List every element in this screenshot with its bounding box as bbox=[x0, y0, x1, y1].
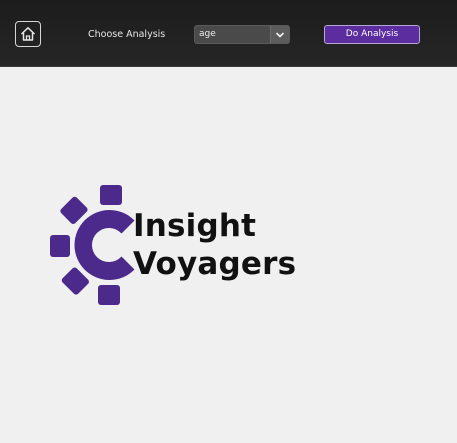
do-analysis-button[interactable]: Do Analysis bbox=[324, 25, 420, 44]
choose-analysis-label: Choose Analysis bbox=[88, 29, 166, 40]
analysis-select[interactable]: age bbox=[194, 25, 290, 44]
brand-logo-text: Insight Voyagers bbox=[133, 207, 296, 283]
brand-name-line2: Voyagers bbox=[133, 246, 297, 282]
brand-name-line1: Insight bbox=[133, 208, 257, 244]
analysis-select-value: age bbox=[199, 29, 216, 39]
select-dropdown-toggle[interactable] bbox=[270, 26, 289, 43]
home-icon bbox=[20, 27, 36, 41]
home-button[interactable] bbox=[15, 21, 41, 47]
top-toolbar: Choose Analysis age Do Analysis bbox=[0, 0, 457, 67]
chevron-down-icon bbox=[276, 32, 284, 37]
